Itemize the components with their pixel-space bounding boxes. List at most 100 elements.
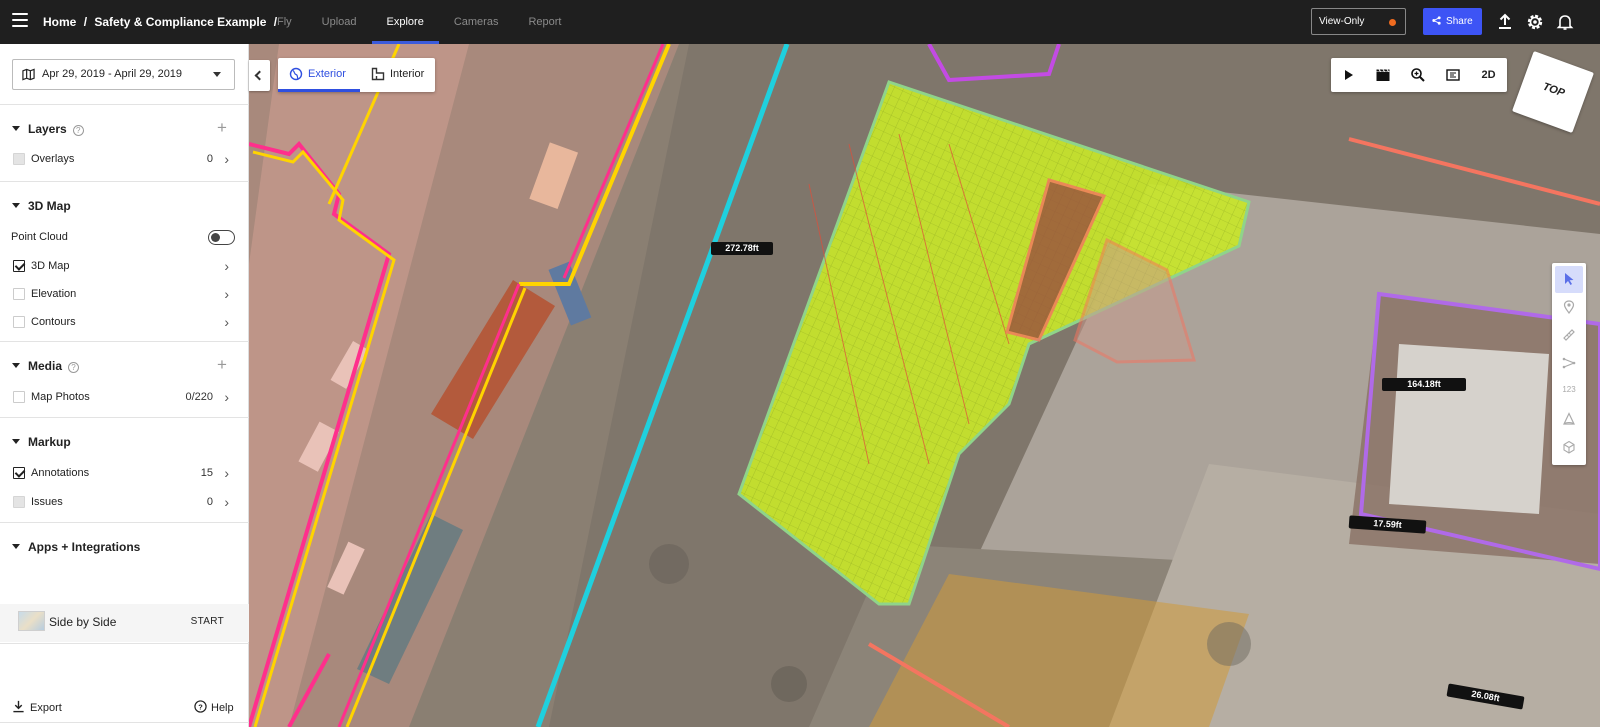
overlays-row[interactable]: Overlays 0 › xyxy=(0,148,249,170)
markup-section-header[interactable]: Markup xyxy=(12,435,71,449)
overlays-label: Overlays xyxy=(31,153,75,165)
add-layer-icon[interactable]: + xyxy=(217,119,227,136)
view-mode-2d-button[interactable]: 2D xyxy=(1471,58,1506,92)
elevation-row[interactable]: Elevation › xyxy=(0,283,249,305)
export-button[interactable]: Export xyxy=(12,700,62,714)
map-photos-count: 0/220 xyxy=(185,391,213,403)
3d-map-row[interactable]: 3D Map › xyxy=(0,255,249,277)
exterior-label: Exterior xyxy=(308,68,346,80)
3d-map-checkbox[interactable] xyxy=(13,260,25,272)
3d-object-tool[interactable] xyxy=(1555,434,1583,461)
contours-checkbox[interactable] xyxy=(13,316,25,328)
collapse-sidebar-button[interactable] xyxy=(249,60,270,91)
contours-label: Contours xyxy=(31,316,76,328)
volume-tool[interactable] xyxy=(1555,406,1583,433)
markup-title: Markup xyxy=(28,435,71,449)
share-label: Share xyxy=(1446,16,1473,27)
issues-label: Issues xyxy=(31,496,63,508)
cube-icon xyxy=(1563,440,1575,454)
location-pin-icon xyxy=(1563,300,1575,314)
play-icon xyxy=(1345,70,1353,80)
annotations-checkbox[interactable] xyxy=(13,467,25,479)
media-title: Media xyxy=(28,359,63,373)
gear-icon[interactable] xyxy=(1525,12,1545,32)
tab-explore[interactable]: Explore xyxy=(371,0,440,44)
chevron-right-icon[interactable]: › xyxy=(224,286,229,302)
3d-map-label: 3D Map xyxy=(31,260,70,272)
annotations-row[interactable]: Annotations 15 › xyxy=(0,462,249,484)
apps-section-header[interactable]: Apps + Integrations xyxy=(12,540,140,554)
bell-icon[interactable] xyxy=(1555,12,1575,32)
breadcrumb: Home / Safety & Compliance Example / xyxy=(43,15,281,29)
ruler-icon xyxy=(1563,329,1575,341)
tab-cameras[interactable]: Cameras xyxy=(439,0,514,44)
interior-label: Interior xyxy=(390,68,425,80)
download-icon xyxy=(13,700,24,713)
tab-fly[interactable]: Fly xyxy=(262,0,307,44)
upload-icon[interactable] xyxy=(1495,12,1515,32)
collapse-caret-icon xyxy=(12,126,20,131)
chevron-right-icon[interactable]: › xyxy=(224,389,229,405)
layers-title: Layers xyxy=(28,122,67,136)
annotations-label: Annotations xyxy=(31,467,90,479)
map-viewport[interactable]: 272.78ft 164.18ft 17.59ft 26.08ft xyxy=(249,44,1600,727)
media-section-header[interactable]: Media? xyxy=(12,359,80,373)
layout-icon xyxy=(1446,69,1460,81)
point-cloud-toggle[interactable] xyxy=(208,230,235,245)
map-photos-row[interactable]: Map Photos 0/220 › xyxy=(0,386,249,408)
view-toolbar: 2D xyxy=(1331,58,1507,92)
add-media-icon[interactable]: + xyxy=(217,356,227,373)
issues-checkbox[interactable] xyxy=(13,496,25,508)
breadcrumb-project[interactable]: Safety & Compliance Example xyxy=(94,15,266,29)
collapse-caret-icon xyxy=(12,439,20,444)
select-tool[interactable] xyxy=(1555,266,1583,293)
count-tool-label: 123 xyxy=(1562,385,1576,394)
svg-text:?: ? xyxy=(198,702,203,711)
layers-section-header[interactable]: Layers? xyxy=(12,122,84,136)
point-cloud-row: Point Cloud xyxy=(0,226,249,248)
hamburger-menu-icon[interactable] xyxy=(12,13,28,27)
divider xyxy=(0,104,249,105)
chevron-right-icon[interactable]: › xyxy=(224,465,229,481)
side-by-side-app-row[interactable]: Side by Side START xyxy=(0,604,249,642)
chevron-right-icon[interactable]: › xyxy=(224,258,229,274)
chevron-right-icon[interactable]: › xyxy=(224,151,229,167)
contours-row[interactable]: Contours › xyxy=(0,311,249,333)
distance-tool[interactable] xyxy=(1555,322,1583,349)
divider xyxy=(0,341,249,342)
help-button[interactable]: ? Help xyxy=(194,700,234,714)
pin-tool[interactable] xyxy=(1555,294,1583,321)
start-button[interactable]: START xyxy=(191,616,224,627)
3d-map-section-header[interactable]: 3D Map xyxy=(12,199,71,213)
issues-row[interactable]: Issues 0 › xyxy=(0,491,249,513)
divider xyxy=(0,417,249,418)
view-only-dropdown[interactable]: View-Only xyxy=(1311,8,1406,35)
measurement-tools: 123 xyxy=(1552,263,1586,465)
tab-upload[interactable]: Upload xyxy=(307,0,372,44)
info-icon[interactable]: ? xyxy=(68,362,80,373)
floorplan-icon xyxy=(371,67,385,81)
clapperboard-button[interactable] xyxy=(1366,58,1401,92)
tab-interior[interactable]: Interior xyxy=(360,58,435,92)
number-tool[interactable]: 123 xyxy=(1555,378,1583,405)
breadcrumb-home[interactable]: Home xyxy=(43,15,76,29)
elevation-checkbox[interactable] xyxy=(13,288,25,300)
chevron-down-icon xyxy=(213,72,221,77)
zoom-button[interactable] xyxy=(1401,58,1436,92)
measurement-label[interactable]: 272.78ft xyxy=(711,242,773,255)
chevron-right-icon[interactable]: › xyxy=(224,494,229,510)
info-icon[interactable]: ? xyxy=(72,125,84,136)
exterior-interior-toggle: Exterior Interior xyxy=(278,58,435,92)
map-photos-checkbox[interactable] xyxy=(13,391,25,403)
share-button[interactable]: Share xyxy=(1423,8,1482,35)
polyline-tool[interactable] xyxy=(1555,350,1583,377)
chevron-right-icon[interactable]: › xyxy=(224,314,229,330)
overlays-checkbox[interactable] xyxy=(13,153,25,165)
tab-exterior[interactable]: Exterior xyxy=(278,58,360,92)
date-range-select[interactable]: Apr 29, 2019 - April 29, 2019 xyxy=(12,59,235,90)
tab-report[interactable]: Report xyxy=(513,0,576,44)
layout-button[interactable] xyxy=(1436,58,1471,92)
cone-icon xyxy=(1563,412,1575,425)
play-button[interactable] xyxy=(1331,58,1366,92)
measurement-label[interactable]: 164.18ft xyxy=(1382,378,1466,391)
